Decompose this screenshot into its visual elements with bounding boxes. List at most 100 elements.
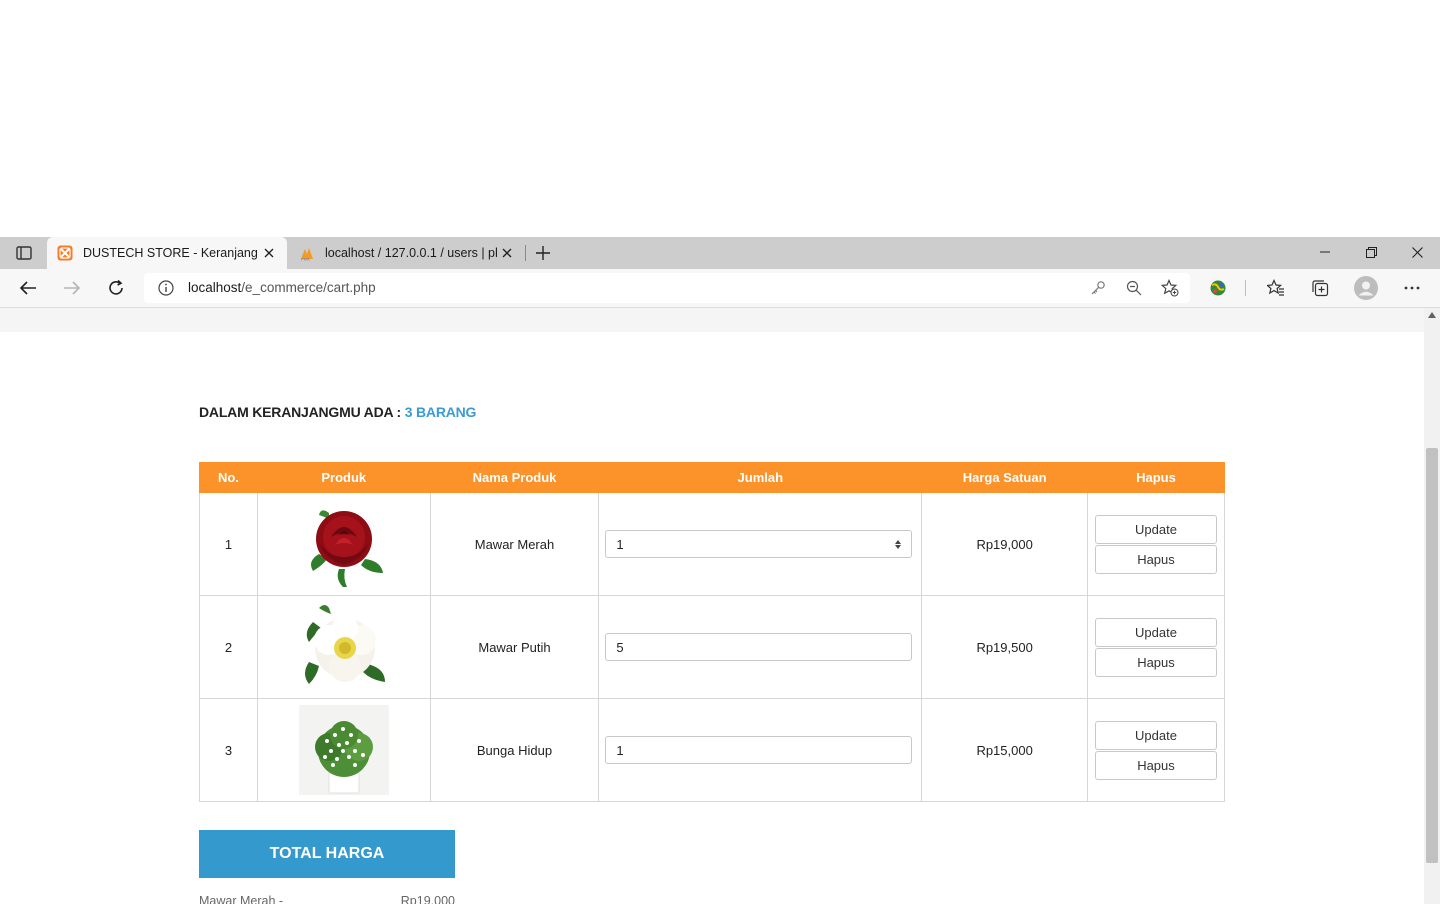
tab-strip: DUSTECH STORE - Keranjang Saya PMA local… — [0, 237, 1440, 269]
product-name: Mawar Merah — [429, 492, 600, 596]
phpmyadmin-icon: PMA — [301, 248, 313, 262]
update-button[interactable]: Update — [1094, 617, 1217, 647]
url-host: localhost — [188, 280, 242, 295]
xampp-icon — [57, 245, 73, 261]
column-header: Jumlah — [598, 462, 923, 493]
arrow-left-icon — [19, 281, 36, 295]
delete-button[interactable]: Hapus — [1094, 647, 1217, 677]
blank-area — [0, 0, 1440, 237]
spinner-icon[interactable] — [895, 539, 902, 549]
plus-icon — [536, 246, 550, 260]
tab-actions-button[interactable] — [12, 243, 36, 263]
arrow-right-icon — [64, 281, 81, 295]
globe-extension-icon — [1210, 280, 1226, 296]
extension-button[interactable] — [1205, 276, 1231, 300]
white-rose-image — [298, 602, 389, 692]
zoom-out-icon — [1126, 280, 1142, 296]
tab-cart[interactable]: DUSTECH STORE - Keranjang Saya — [47, 237, 287, 269]
delete-button[interactable]: Hapus — [1094, 750, 1217, 780]
favorites-button[interactable] — [1263, 276, 1289, 300]
tab-divider — [525, 245, 526, 261]
page-top-strip — [0, 308, 1424, 332]
quantity-stepper[interactable]: 1 — [605, 530, 913, 558]
key-icon — [1091, 281, 1105, 295]
scroll-up-arrow-icon[interactable] — [1428, 312, 1436, 318]
close-icon — [502, 248, 512, 258]
quantity-cell: 1 — [598, 698, 923, 802]
star-add-icon — [1161, 279, 1179, 297]
url-path: /e_commerce/cart.php — [241, 280, 376, 295]
unit-price: Rp19,000 — [921, 492, 1088, 596]
tab-title: localhost / 127.0.0.1 / users | phpMyAdm… — [325, 246, 497, 260]
quantity-value: 1 — [616, 742, 624, 758]
collections-icon — [1312, 280, 1329, 297]
vertical-scrollbar[interactable] — [1424, 308, 1440, 904]
password-key-button[interactable] — [1088, 278, 1108, 298]
tab-close-button[interactable] — [497, 243, 517, 263]
avatar — [1354, 276, 1378, 300]
unit-price: Rp19,500 — [921, 595, 1088, 699]
profile-button[interactable] — [1352, 274, 1380, 302]
close-icon — [1411, 246, 1423, 258]
table-row: 1 Mawar Merah 1 Rp19,000 Update Hapus — [199, 492, 1226, 596]
red-rose-image — [298, 499, 389, 589]
restore-icon — [1365, 246, 1377, 258]
update-button[interactable]: Update — [1094, 514, 1217, 544]
zoom-button[interactable] — [1124, 278, 1144, 298]
summary-row: Mawar Merah - Rp19,000 — [199, 894, 455, 904]
quantity-cell: 5 — [598, 595, 923, 699]
update-button[interactable]: Update — [1094, 720, 1217, 750]
settings-menu-button[interactable] — [1399, 276, 1425, 300]
cart-item-count: 3 BARANG — [404, 404, 477, 420]
product-image-cell — [256, 595, 431, 699]
tab-title: DUSTECH STORE - Keranjang Saya — [83, 246, 259, 260]
column-header: Nama Produk — [429, 462, 600, 493]
column-header: No. — [199, 462, 258, 493]
actions-cell: Update Hapus — [1086, 492, 1226, 596]
favorites-icon — [1267, 279, 1284, 296]
back-button[interactable] — [15, 276, 41, 300]
minimize-icon — [1320, 251, 1330, 253]
quantity-value: 5 — [616, 639, 624, 655]
delete-button[interactable]: Hapus — [1094, 544, 1217, 574]
cart-heading-label: DALAM KERANJANGMU ADA : — [199, 404, 405, 420]
refresh-button[interactable] — [103, 276, 129, 300]
tab-close-button[interactable] — [259, 243, 279, 263]
tab-phpmyadmin[interactable]: PMA localhost / 127.0.0.1 / users | phpM… — [289, 237, 525, 269]
quantity-cell: 1 — [598, 492, 923, 596]
column-header: Produk — [256, 462, 431, 493]
row-number: 1 — [199, 492, 258, 596]
window-close-button[interactable] — [1394, 237, 1440, 267]
column-header: Hapus — [1086, 462, 1226, 493]
product-name: Bunga Hidup — [429, 698, 600, 802]
minimize-button[interactable] — [1302, 237, 1348, 267]
svg-text:PMA: PMA — [301, 257, 310, 262]
url-text: localhost/e_commerce/cart.php — [188, 280, 376, 295]
address-bar[interactable]: localhost/e_commerce/cart.php — [144, 273, 1190, 303]
quantity-field[interactable]: 5 — [605, 633, 913, 661]
cart-table: No. Produk Nama Produk Jumlah Harga Satu… — [199, 462, 1226, 802]
new-tab-button[interactable] — [533, 243, 553, 263]
product-image-cell — [256, 698, 431, 802]
table-row: 3 Bunga Hidup 1 Rp15,000 Update Hapus — [199, 698, 1226, 802]
scrollbar-thumb[interactable] — [1426, 448, 1438, 863]
restore-button[interactable] — [1348, 237, 1394, 267]
live-flower-image — [298, 705, 389, 795]
row-number: 2 — [199, 595, 258, 699]
quantity-field[interactable]: 1 — [605, 736, 913, 764]
add-favorite-button[interactable] — [1160, 278, 1180, 298]
product-name: Mawar Putih — [429, 595, 600, 699]
cart-heading: DALAM KERANJANGMU ADA : 3 BARANG — [199, 404, 476, 420]
more-icon — [1404, 286, 1420, 290]
quantity-value: 1 — [616, 536, 624, 552]
summary-item-amount: Rp19,000 — [400, 894, 455, 904]
table-header-row: No. Produk Nama Produk Jumlah Harga Satu… — [199, 462, 1226, 493]
forward-button[interactable] — [59, 276, 85, 300]
actions-cell: Update Hapus — [1086, 595, 1226, 699]
column-header: Harga Satuan — [921, 462, 1088, 493]
product-image-cell — [256, 492, 431, 596]
collections-button[interactable] — [1307, 276, 1333, 300]
actions-cell: Update Hapus — [1086, 698, 1226, 802]
close-icon — [264, 248, 274, 258]
tab-actions-icon — [16, 246, 32, 260]
